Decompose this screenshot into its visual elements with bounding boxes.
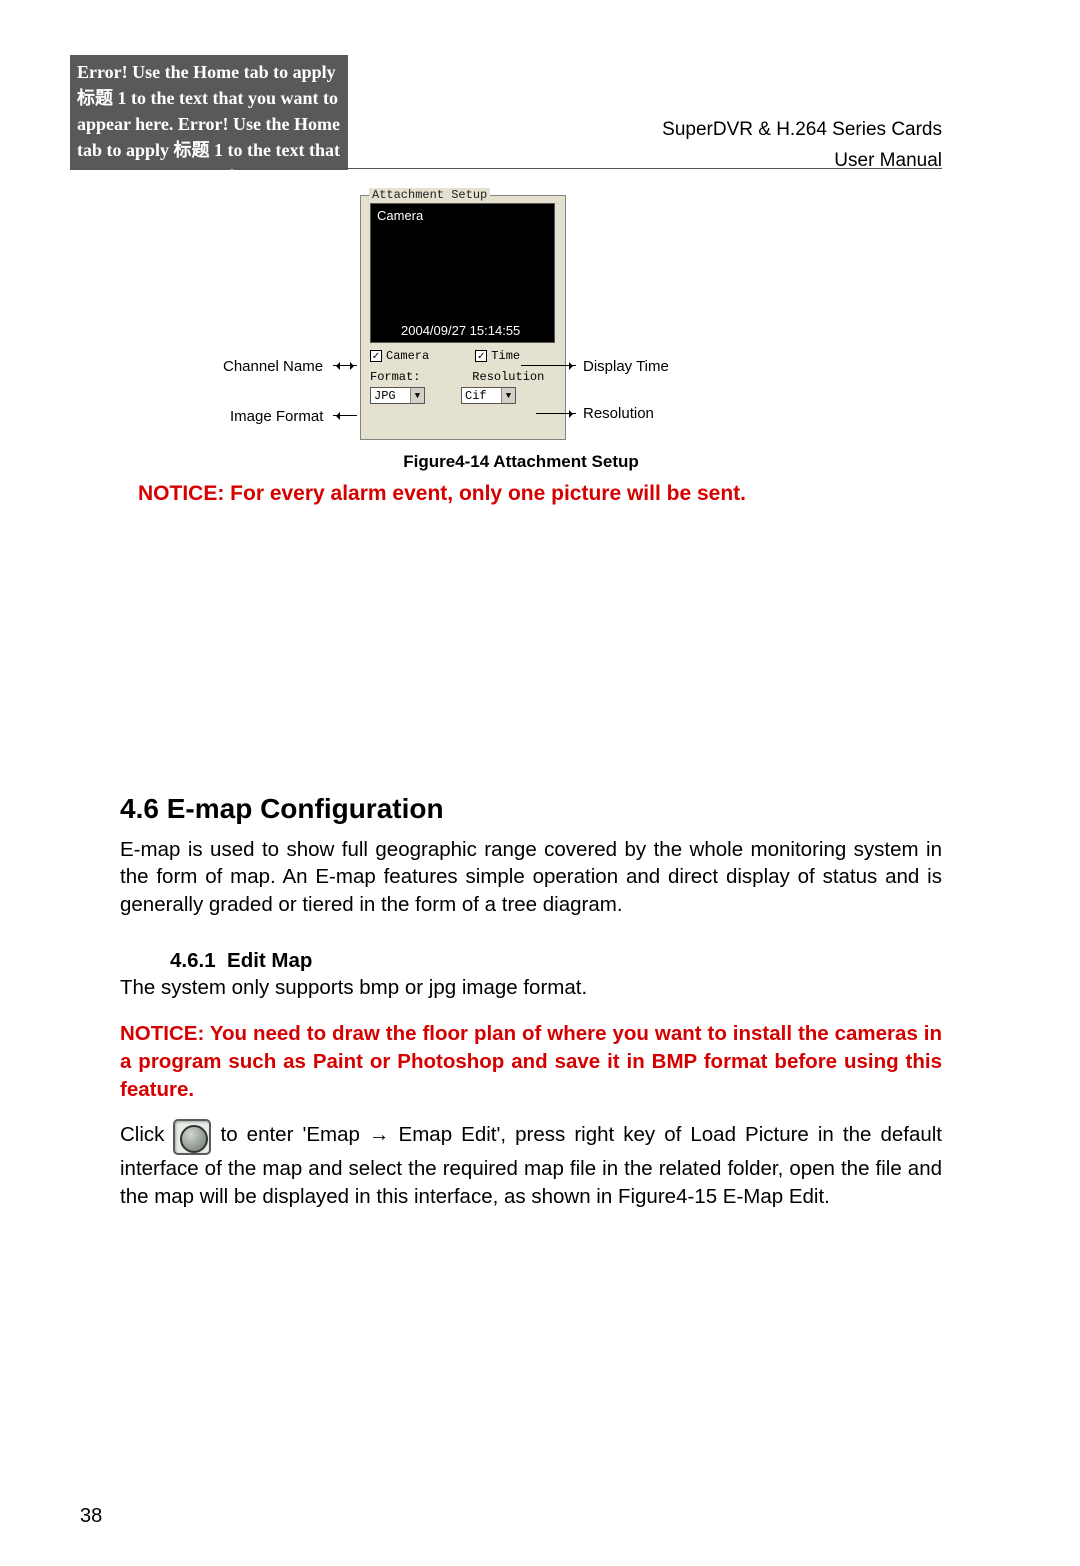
notice-floorplan: NOTICE: You need to draw the floor plan … [120, 1020, 942, 1103]
arrow-left-icon [333, 415, 357, 416]
click-post: to enter 'Emap → Emap Edit', press right… [120, 1123, 942, 1208]
format-value: JPG [374, 389, 396, 403]
format-dropdown[interactable]: JPG ▼ [370, 387, 425, 404]
subsection-line1: The system only supports bmp or jpg imag… [120, 974, 942, 1002]
section-heading: 4.6 E-map Configuration [120, 790, 942, 828]
section-number: 4.6 [120, 793, 159, 824]
notice-alarm: NOTICE: For every alarm event, only one … [138, 482, 764, 506]
header-line2: User Manual [662, 145, 942, 176]
figure-caption: Figure4-14 Attachment Setup [178, 452, 864, 472]
page-number: 38 [80, 1505, 102, 1528]
arrow-right-icon [521, 365, 576, 366]
chevron-down-icon: ▼ [410, 388, 424, 403]
callout-display-time: Display Time [583, 358, 669, 375]
header-error-block: Error! Use the Home tab to apply 标题 1 to… [70, 55, 348, 170]
attachment-setup-panel: Attachment Setup Camera 2004/09/27 15:14… [360, 195, 566, 440]
preview-camera-label: Camera [377, 208, 423, 223]
checkbox-time-label: Time [491, 349, 520, 363]
section-emap: 4.6 E-map Configuration E-map is used to… [120, 790, 942, 1211]
callout-image-format: Image Format [230, 408, 323, 425]
resolution-dropdown[interactable]: Cif ▼ [461, 387, 516, 404]
chevron-down-icon: ▼ [501, 388, 515, 403]
section-body: E-map is used to show full geographic ra… [120, 836, 942, 919]
header-rule [70, 168, 942, 169]
check-icon: ✓ [370, 350, 382, 362]
section-title: E-map Configuration [167, 793, 444, 824]
resolution-value: Cif [465, 389, 487, 403]
arrow-right-icon [536, 413, 576, 414]
preview-time-label: 2004/09/27 15:14:55 [401, 323, 520, 338]
check-icon: ✓ [475, 350, 487, 362]
click-pre: Click [120, 1123, 173, 1146]
resolution-label: Resolution [472, 370, 544, 384]
panel-legend: Attachment Setup [369, 188, 490, 202]
format-label: Format: [370, 370, 472, 384]
callout-channel-name: Channel Name [223, 358, 323, 375]
checkbox-camera-label: Camera [386, 349, 429, 363]
subsection-number: 4.6.1 [170, 949, 216, 972]
click-paragraph: Click to enter 'Emap → Emap Edit', press… [120, 1119, 942, 1210]
header-line1: SuperDVR & H.264 Series Cards [662, 114, 942, 145]
subsection-heading: 4.6.1 Edit Map [170, 947, 942, 975]
checkbox-time[interactable]: ✓ Time [475, 349, 520, 363]
emap-globe-icon[interactable] [173, 1119, 211, 1155]
figure-attachment-setup: Attachment Setup Camera 2004/09/27 15:14… [278, 195, 764, 506]
callout-resolution: Resolution [583, 405, 654, 422]
subsection-title: Edit Map [227, 949, 312, 972]
camera-preview: Camera 2004/09/27 15:14:55 [370, 203, 555, 343]
checkbox-camera[interactable]: ✓ Camera [370, 349, 472, 363]
arrow-left-icon [333, 365, 357, 366]
